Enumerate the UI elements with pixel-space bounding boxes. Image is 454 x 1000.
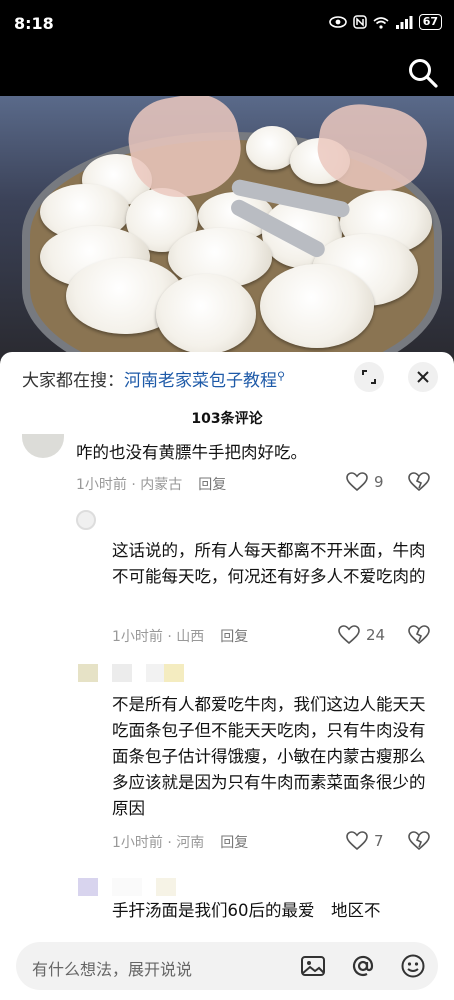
like-count: 9 (374, 473, 384, 491)
comment-count: 103条评论 (191, 411, 263, 427)
comment-text[interactable]: 不是所有人都爱吃牛肉，我们这边人能天天吃面条包子但不能天天吃肉，只有牛肉没有面条… (112, 692, 438, 822)
signal-icon (395, 15, 413, 29)
comment-text[interactable]: 咋的也没有黄膘牛手把肉好吃。 (76, 440, 436, 466)
like-button[interactable]: 24 (338, 625, 385, 645)
expand-button[interactable] (354, 362, 384, 392)
avatar[interactable] (76, 510, 96, 530)
reply-button[interactable]: 回复 (198, 477, 226, 493)
status-time: 8:18 (14, 14, 54, 33)
dislike-icon[interactable] (408, 472, 430, 492)
image-icon[interactable] (300, 953, 326, 979)
comment-time: 1小时前 (112, 835, 163, 851)
video-top-bar (0, 50, 454, 96)
mention-icon[interactable] (350, 953, 376, 979)
search-small-icon: ⚲ (277, 369, 286, 383)
comment-input-bar[interactable]: 有什么想法，展开说说 (16, 942, 438, 990)
like-count: 24 (366, 626, 386, 644)
status-bar: 8:18 67 (0, 0, 454, 50)
wifi-icon (373, 16, 389, 29)
dislike-icon[interactable] (408, 831, 430, 851)
comment-meta: 1小时前 · 河南 回复 (112, 835, 249, 851)
comment-meta: 1小时前 · 山西 回复 (112, 629, 249, 645)
close-button[interactable] (408, 362, 438, 392)
comment-time: 1小时前 (76, 477, 127, 493)
dislike-icon[interactable] (408, 625, 430, 645)
heart-icon (346, 472, 368, 492)
like-button[interactable]: 7 (346, 831, 384, 851)
username-redacted[interactable] (78, 664, 184, 682)
emoji-icon[interactable] (400, 953, 426, 979)
search-suggestion-prefix: 大家都在搜： (22, 371, 124, 391)
heart-icon (346, 831, 368, 851)
status-icons: 67 (328, 14, 442, 30)
like-button[interactable]: 9 (346, 472, 384, 492)
comment-text[interactable]: 手扞汤面是我们60后的最爱 地区不 (112, 898, 438, 924)
battery-indicator: 67 (418, 14, 442, 30)
like-count: 7 (374, 832, 384, 850)
avatar[interactable] (22, 434, 64, 458)
comment-sheet: 大家都在搜：河南老家菜包子教程⚲ 103条评论 咋的也没有黄膘牛手把肉好吃。 1… (0, 352, 454, 1000)
search-suggestion-link[interactable]: 河南老家菜包子教程 (124, 371, 277, 391)
close-icon (417, 371, 429, 383)
bun (260, 264, 374, 348)
reply-button[interactable]: 回复 (220, 835, 248, 851)
username-redacted[interactable] (78, 878, 176, 896)
heart-icon (338, 625, 360, 645)
expand-icon (362, 370, 376, 384)
comment-time: 1小时前 (112, 629, 163, 645)
bun (156, 274, 256, 354)
comment-input-placeholder[interactable]: 有什么想法，展开说说 (32, 956, 192, 980)
video-player[interactable]: ‹ (0, 50, 454, 360)
comment-text[interactable]: 这话说的，所有人每天都离不开米面，牛肉不可能每天吃，何况还有好多人不爱吃肉的 (112, 538, 436, 590)
search-icon[interactable] (406, 56, 440, 90)
eye-icon (328, 16, 347, 28)
nfc-icon (352, 15, 367, 29)
video-frame[interactable]: ‹ (0, 96, 454, 360)
comment-location: 山西 (176, 629, 205, 645)
comment-location: 河南 (176, 835, 205, 851)
reply-button[interactable]: 回复 (220, 629, 248, 645)
comment-location: 内蒙古 (140, 477, 183, 493)
comment-meta: 1小时前 · 内蒙古 回复 (76, 477, 227, 493)
search-suggestion[interactable]: 大家都在搜：河南老家菜包子教程⚲ (22, 366, 285, 391)
